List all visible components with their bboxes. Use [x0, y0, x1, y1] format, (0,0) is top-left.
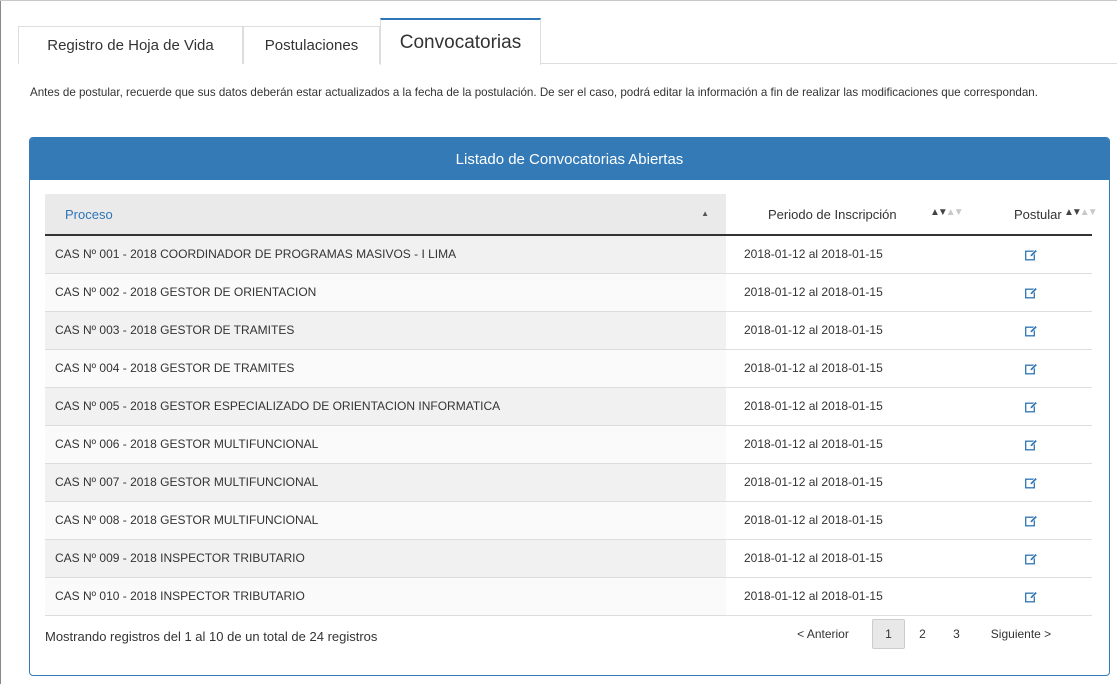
cell-postular	[971, 425, 1092, 464]
update-notice: Antes de postular, recuerde que sus dato…	[30, 86, 1038, 99]
tab-convocatorias[interactable]: Convocatorias	[380, 18, 541, 65]
edit-icon[interactable]	[1025, 553, 1038, 565]
cell-postular	[971, 311, 1092, 350]
tab-postulaciones[interactable]: Postulaciones	[243, 26, 380, 64]
table-row: CAS Nº 003 - 2018 GESTOR DE TRAMITES 2018…	[45, 311, 1092, 350]
pagination-page-3[interactable]: 3	[940, 619, 973, 649]
calls-table: Proceso ▲ Periodo de Inscripción ▲▼▲▼ Po…	[45, 194, 1098, 616]
cell-proceso: CAS Nº 001 - 2018 COORDINADOR DE PROGRAM…	[45, 235, 726, 274]
pagination-page-2[interactable]: 2	[906, 619, 939, 649]
cell-proceso: CAS Nº 006 - 2018 GESTOR MULTIFUNCIONAL	[45, 425, 726, 464]
tab-bar: Registro de Hoja de Vida Postulaciones C…	[18, 18, 1117, 65]
edit-icon[interactable]	[1025, 249, 1038, 261]
pagination: < Anterior 1 2 3 Siguiente >	[780, 617, 1066, 651]
cell-periodo: 2018-01-12 al 2018-01-15	[726, 311, 971, 350]
pagination-page-1[interactable]: 1	[872, 619, 905, 649]
cell-proceso: CAS Nº 003 - 2018 GESTOR DE TRAMITES	[45, 311, 726, 350]
sort-both-icon: ▲▼▲▼	[930, 207, 964, 218]
cell-periodo: 2018-01-12 al 2018-01-15	[726, 273, 971, 312]
cell-periodo: 2018-01-12 al 2018-01-15	[726, 349, 971, 388]
table-row: CAS Nº 008 - 2018 GESTOR MULTIFUNCIONAL 2…	[45, 501, 1092, 540]
table-row: CAS Nº 001 - 2018 COORDINADOR DE PROGRAM…	[45, 235, 1092, 274]
edit-icon[interactable]	[1025, 477, 1038, 489]
table-row: CAS Nº 010 - 2018 INSPECTOR TRIBUTARIO 20…	[45, 577, 1092, 616]
edit-icon[interactable]	[1025, 363, 1038, 375]
pagination-next-button[interactable]: Siguiente >	[976, 619, 1066, 649]
cell-proceso: CAS Nº 002 - 2018 GESTOR DE ORIENTACION	[45, 273, 726, 312]
table-row: CAS Nº 005 - 2018 GESTOR ESPECIALIZADO D…	[45, 387, 1092, 426]
cell-postular	[971, 501, 1092, 540]
edit-icon[interactable]	[1025, 401, 1038, 413]
tab-registro-hoja-de-vida[interactable]: Registro de Hoja de Vida	[18, 26, 243, 64]
cell-proceso: CAS Nº 005 - 2018 GESTOR ESPECIALIZADO D…	[45, 387, 726, 426]
edit-icon[interactable]	[1025, 515, 1038, 527]
cell-postular	[971, 349, 1092, 388]
window-frame-top	[0, 0, 1117, 1]
table-row: CAS Nº 004 - 2018 GESTOR DE TRAMITES 2018…	[45, 349, 1092, 388]
column-header-proceso-label: Proceso	[65, 206, 113, 222]
cell-proceso: CAS Nº 007 - 2018 GESTOR MULTIFUNCIONAL	[45, 463, 726, 502]
cell-proceso: CAS Nº 009 - 2018 INSPECTOR TRIBUTARIO	[45, 539, 726, 578]
edit-icon[interactable]	[1025, 439, 1038, 451]
cell-postular	[971, 463, 1092, 502]
column-header-periodo[interactable]: Periodo de Inscripción ▲▼▲▼	[726, 194, 971, 236]
window-frame-left	[0, 0, 1, 684]
edit-icon[interactable]	[1025, 287, 1038, 299]
column-header-proceso[interactable]: Proceso ▲	[45, 194, 726, 236]
cell-proceso: CAS Nº 004 - 2018 GESTOR DE TRAMITES	[45, 349, 726, 388]
cell-postular	[971, 577, 1092, 616]
cell-periodo: 2018-01-12 al 2018-01-15	[726, 235, 971, 274]
cell-proceso: CAS Nº 008 - 2018 GESTOR MULTIFUNCIONAL	[45, 501, 726, 540]
table-header-row: Proceso ▲ Periodo de Inscripción ▲▼▲▼ Po…	[45, 194, 1098, 236]
table-row: CAS Nº 009 - 2018 INSPECTOR TRIBUTARIO 20…	[45, 539, 1092, 578]
table-info: Mostrando registros del 1 al 10 de un to…	[45, 629, 378, 644]
column-header-postular-label: Postular	[1014, 207, 1062, 222]
edit-icon[interactable]	[1025, 591, 1038, 603]
sort-ascending-icon: ▲	[701, 209, 709, 218]
panel-title: Listado de Convocatorias Abiertas	[30, 138, 1109, 180]
sort-both-icon: ▲▼▲▼	[1064, 207, 1098, 218]
cell-periodo: 2018-01-12 al 2018-01-15	[726, 539, 971, 578]
cell-postular	[971, 539, 1092, 578]
cell-periodo: 2018-01-12 al 2018-01-15	[726, 387, 971, 426]
cell-proceso: CAS Nº 010 - 2018 INSPECTOR TRIBUTARIO	[45, 577, 726, 616]
table-row: CAS Nº 007 - 2018 GESTOR MULTIFUNCIONAL 2…	[45, 463, 1092, 502]
cell-periodo: 2018-01-12 al 2018-01-15	[726, 501, 971, 540]
column-header-periodo-label: Periodo de Inscripción	[768, 207, 897, 222]
edit-icon[interactable]	[1025, 325, 1038, 337]
cell-periodo: 2018-01-12 al 2018-01-15	[726, 425, 971, 464]
cell-postular	[971, 387, 1092, 426]
open-calls-panel: Listado de Convocatorias Abiertas Proces…	[29, 137, 1110, 676]
pagination-previous-button[interactable]: < Anterior	[780, 619, 866, 649]
table-row: CAS Nº 006 - 2018 GESTOR MULTIFUNCIONAL 2…	[45, 425, 1092, 464]
cell-periodo: 2018-01-12 al 2018-01-15	[726, 463, 971, 502]
column-header-postular[interactable]: Postular ▲▼▲▼	[971, 194, 1098, 236]
cell-postular	[971, 235, 1092, 274]
cell-postular	[971, 273, 1092, 312]
cell-periodo: 2018-01-12 al 2018-01-15	[726, 577, 971, 616]
table-row: CAS Nº 002 - 2018 GESTOR DE ORIENTACION 2…	[45, 273, 1092, 312]
